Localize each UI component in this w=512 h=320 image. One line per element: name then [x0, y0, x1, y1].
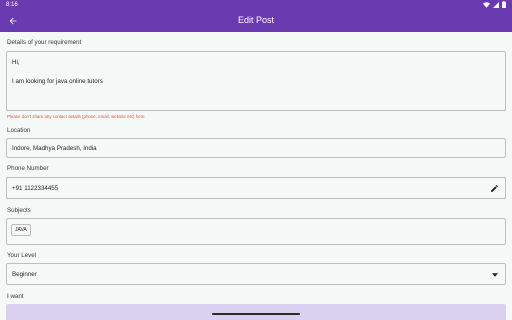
phone-field[interactable]: +91 1122334455 [6, 177, 506, 199]
status-icons [483, 1, 506, 8]
battery-icon [502, 1, 506, 8]
i-want-options-panel[interactable] [6, 304, 506, 320]
requirement-textarea[interactable]: Hi, I am looking for java online tutors [6, 51, 506, 111]
status-time: 8:16 [6, 2, 18, 8]
app-bar: Edit Post [0, 10, 512, 32]
location-value: Indore, Madhya Pradesh, India [12, 145, 97, 152]
requirement-hint: Please don't share any contact details (… [7, 114, 145, 119]
gesture-nav-handle[interactable] [212, 313, 300, 315]
requirement-label: Details of your requirement [7, 39, 82, 46]
requirement-line-1: Hi, [12, 59, 20, 66]
level-value: Beginner [12, 271, 37, 278]
subjects-label: Subjects [7, 207, 31, 214]
phone-label: Phone Number [7, 165, 49, 172]
requirement-line-2: I am looking for java online tutors [12, 78, 103, 85]
level-label: Your Level [7, 252, 37, 259]
phone-value: +91 1122334455 [12, 185, 59, 192]
signal-icon [493, 1, 499, 8]
page-title: Edit Post [237, 15, 275, 25]
subjects-field[interactable]: JAVA [6, 218, 506, 245]
level-select[interactable]: Beginner [6, 263, 506, 285]
subject-chip[interactable]: JAVA [11, 224, 31, 236]
pencil-icon[interactable] [490, 184, 499, 193]
status-bar: 8:16 [0, 0, 512, 10]
wifi-icon [483, 1, 490, 8]
location-label: Location [7, 127, 31, 134]
dropdown-arrow-icon [492, 273, 498, 277]
i-want-label: I want [7, 293, 24, 300]
location-field[interactable]: Indore, Madhya Pradesh, India [6, 138, 506, 158]
